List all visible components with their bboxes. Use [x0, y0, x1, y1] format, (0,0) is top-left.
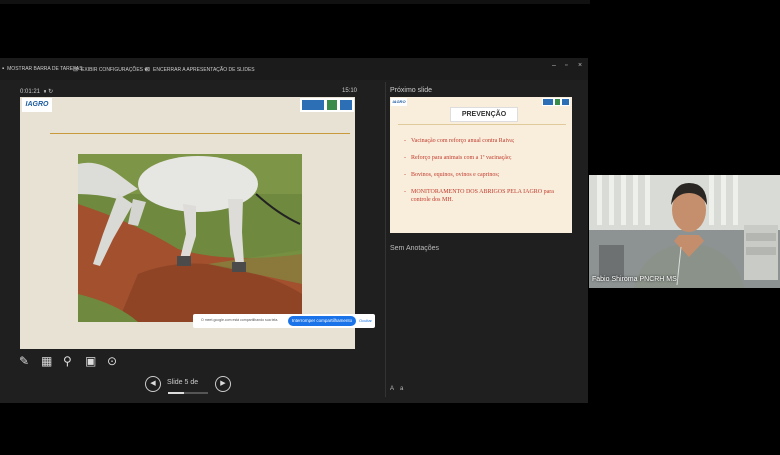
- font-decrease-icon[interactable]: a: [400, 386, 403, 392]
- presenter-tools: ✎ ▦ ⚲ ▣ ⊙: [19, 354, 139, 370]
- slide-progress: [168, 392, 208, 394]
- pointer-icon[interactable]: ▣: [85, 354, 96, 368]
- next-slide-label: Próximo slide: [390, 87, 433, 94]
- cattle-photo: [78, 154, 302, 322]
- slides-grid-icon[interactable]: ▦: [41, 354, 52, 368]
- clock: 15:10: [342, 88, 358, 94]
- next-slide-preview[interactable]: IAGRO PREVENÇÃO Vacinação com reforço an…: [390, 97, 572, 233]
- next-slide-divider: [398, 124, 566, 125]
- current-slide[interactable]: IAGRO: [20, 97, 355, 349]
- participant-name: Fabio Shiroma PNCRH MS: [592, 276, 677, 283]
- slide-progress-fill: [168, 392, 184, 394]
- speaker-notes[interactable]: Sem Anotações: [390, 245, 439, 252]
- list-item: Vacinação com reforço anual contra Raiva…: [404, 137, 569, 145]
- list-item: MONITORAMENTO DOS ABRIGOS PELA IAGRO par…: [404, 188, 569, 204]
- share-message: O meet.google.com está compartilhando su…: [201, 318, 279, 322]
- presenter-toolbar: ▪ MOSTRAR BARRA DE TAREFAS ⊟ EXIBIR CONFIG…: [0, 58, 588, 80]
- minimize-button[interactable]: –: [552, 62, 556, 69]
- font-increase-icon[interactable]: A: [390, 386, 394, 392]
- stop-sharing-button[interactable]: Interromper compartilhamento: [288, 316, 356, 326]
- slide-navigation: ◀ Slide 5 de ▶: [145, 376, 245, 392]
- display-icon: ⊟: [73, 67, 79, 73]
- slide-counter: Slide 5 de: [167, 379, 199, 386]
- iagro-logo: IAGRO: [22, 98, 52, 112]
- next-icon[interactable]: ▶: [215, 376, 231, 392]
- maximize-button[interactable]: ▫: [565, 62, 567, 69]
- presenter-view-window: ▪ MOSTRAR BARRA DE TAREFAS ⊟ EXIBIR CONFIG…: [0, 58, 588, 403]
- slide-divider: [50, 133, 350, 134]
- list-item: Bovinos, equinos, ovinos e caprinos;: [404, 171, 569, 179]
- participant-video[interactable]: Fabio Shiroma PNCRH MS: [589, 175, 780, 288]
- pane-divider[interactable]: [385, 82, 386, 397]
- hide-banner-link[interactable]: Ocultar: [359, 318, 372, 323]
- taskbar-icon: ▪: [2, 66, 5, 72]
- close-button[interactable]: ×: [578, 62, 582, 69]
- end-show-icon: ⊠: [145, 67, 151, 73]
- next-slide-title: PREVENÇÃO: [450, 107, 518, 122]
- list-item: Reforço para animais com a 1ª vacinação;: [404, 154, 569, 162]
- iagro-logo-small: IAGRO: [391, 98, 407, 106]
- end-slideshow-button[interactable]: ⊠ ENCERRAR A APRESENTAÇÃO DE SLIDES: [145, 66, 255, 73]
- prev-icon[interactable]: ◀: [145, 376, 161, 392]
- show-taskbar-button[interactable]: ▪ MOSTRAR BARRA DE TAREFAS: [2, 66, 83, 72]
- pause-icon[interactable]: ⏸: [43, 89, 46, 95]
- screen-share-banner: O meet.google.com está compartilhando su…: [193, 314, 375, 328]
- government-logo-small: [542, 98, 570, 106]
- government-logo: [300, 98, 354, 112]
- elapsed-timer: 0:01:21 ⏸ ↻: [20, 89, 54, 95]
- reset-icon[interactable]: ↻: [48, 89, 53, 95]
- pen-icon[interactable]: ✎: [19, 354, 29, 368]
- notes-font-controls: Aa: [390, 386, 409, 392]
- display-settings-button[interactable]: ⊟ EXIBIR CONFIGURAÇÕES ▾: [73, 66, 147, 73]
- more-icon[interactable]: ⊙: [107, 354, 117, 368]
- zoom-icon[interactable]: ⚲: [63, 354, 72, 368]
- next-slide-bullets: Vacinação com reforço anual contra Raiva…: [404, 137, 569, 213]
- top-band: [0, 0, 590, 4]
